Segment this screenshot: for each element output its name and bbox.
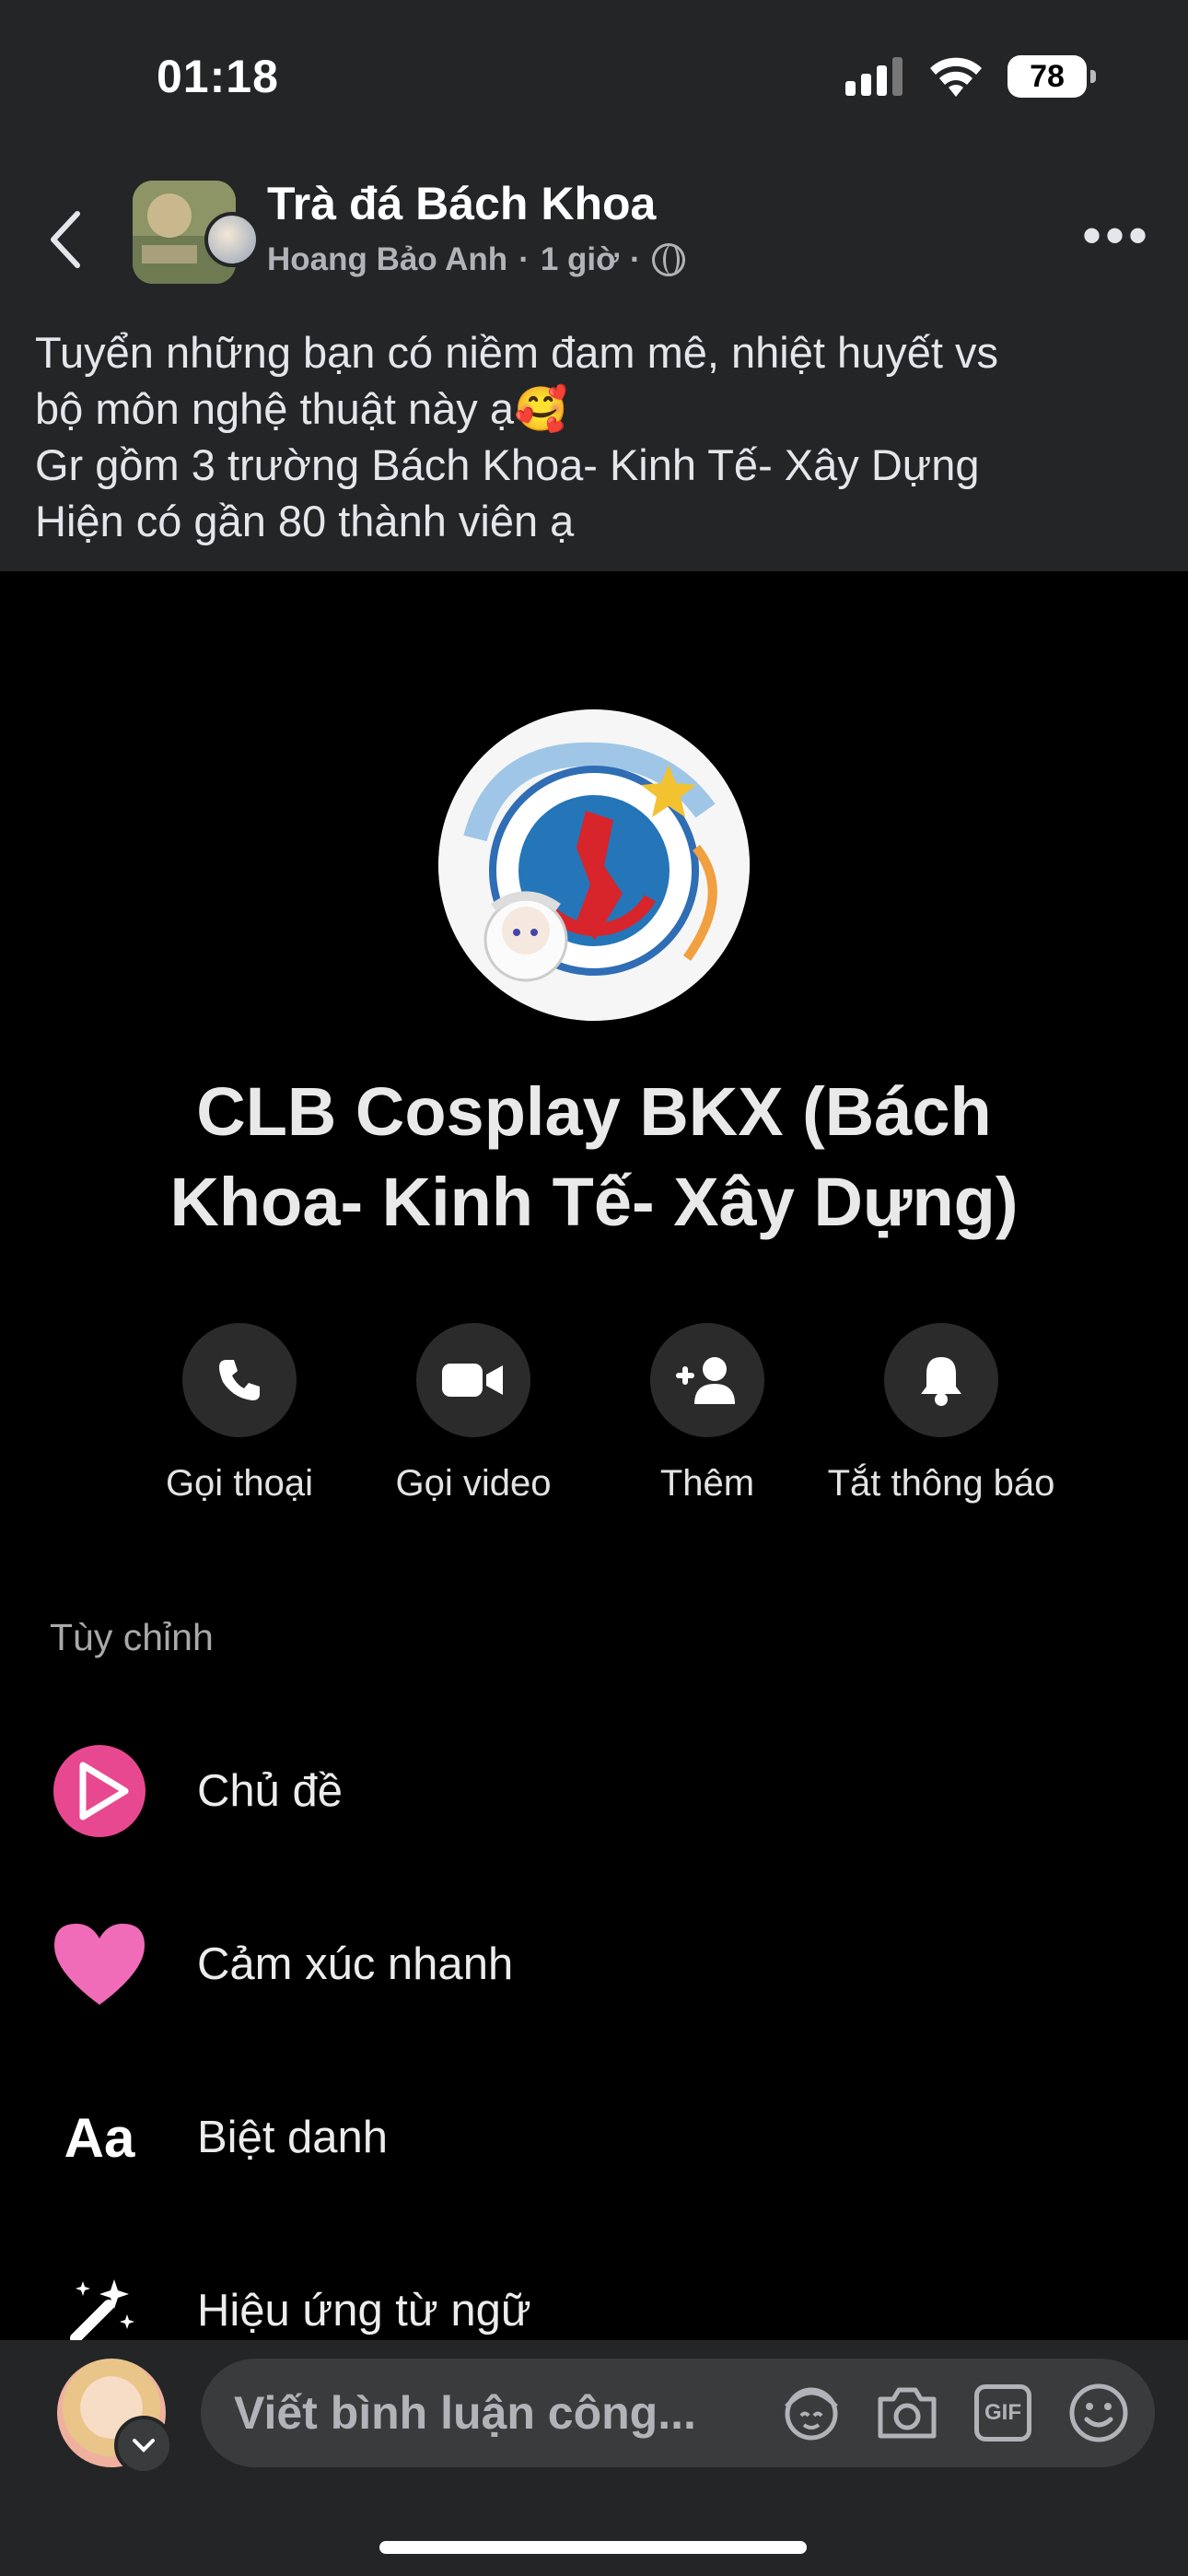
profile-switch-button[interactable]	[114, 2416, 173, 2475]
gif-button[interactable]: GIF	[969, 2379, 1037, 2447]
emoji-button[interactable]	[1065, 2379, 1133, 2447]
mute-notifications-button[interactable]: Tắt thông báo	[821, 1323, 1061, 1505]
text-aa-icon: Aa	[64, 2106, 135, 2169]
chevron-down-icon	[133, 2439, 155, 2453]
gif-icon: GIF	[974, 2384, 1031, 2441]
camera-button[interactable]	[873, 2379, 941, 2447]
add-person-icon	[676, 1357, 735, 1404]
row-label: Cảm xúc nhanh	[197, 1939, 514, 1989]
phone-icon	[219, 1360, 260, 1400]
video-camera-icon	[442, 1364, 503, 1397]
action-label: Gọi video	[395, 1463, 552, 1504]
row-nicknames[interactable]: Aa Biệt danh	[50, 2082, 1136, 2193]
row-quick-reaction[interactable]: Cảm xúc nhanh	[50, 1909, 1136, 2020]
heart-icon	[54, 1924, 145, 2005]
globe-icon	[651, 243, 685, 276]
home-indicator[interactable]	[379, 2541, 807, 2554]
ellipsis-icon: •••	[1081, 205, 1151, 266]
more-options-button[interactable]: •••	[1082, 208, 1151, 263]
post-line: Gr gồm 3 trường Bách Khoa- Kinh Tế- Xây …	[35, 440, 980, 489]
wifi-icon	[930, 57, 982, 97]
action-label: Gọi thoại	[165, 1463, 314, 1504]
add-people-button[interactable]: Thêm	[588, 1323, 827, 1505]
chat-title: CLB Cosplay BKX (Bách Khoa- Kinh Tế- Xây…	[92, 1067, 1096, 1247]
bell-icon	[921, 1357, 961, 1406]
magic-wand-icon	[70, 2279, 134, 2344]
post-meta: Hoang Bảo Anh · 1 giờ ·	[267, 241, 685, 278]
status-time: 01:18	[157, 51, 279, 102]
author-name[interactable]: Hoang Bảo Anh	[267, 241, 507, 278]
status-icons: 78	[845, 55, 1096, 98]
gif-label: GIF	[984, 2400, 1021, 2425]
chat-title-line: Khoa- Kinh Tế- Xây Dựng)	[169, 1164, 1019, 1240]
group-name-link[interactable]: Trà đá Bách Khoa	[267, 177, 656, 230]
meta-separator-2: ·	[630, 241, 641, 277]
voice-call-button[interactable]: Gọi thoại	[120, 1323, 359, 1505]
avatar-sticker-icon	[785, 2387, 838, 2441]
row-theme[interactable]: Chủ đề	[50, 1736, 1136, 1846]
post-body: Tuyển những bạn có niềm đam mê, nhiệt hu…	[35, 324, 1168, 549]
meta-separator: ·	[518, 241, 530, 277]
university-logo-image	[438, 709, 750, 1021]
post-line: Tuyển những bạn có niềm đam mê, nhiệt hu…	[35, 328, 999, 377]
battery-indicator: 78	[1007, 55, 1096, 98]
cellular-signal-icon	[845, 57, 903, 96]
back-button[interactable]	[42, 203, 87, 276]
post-line: Hiện có gần 80 thành viên ạ	[35, 497, 575, 545]
chat-group-avatar	[438, 709, 750, 1021]
smiley-icon	[1069, 2383, 1128, 2442]
theme-icon	[53, 1745, 146, 1837]
action-label: Thêm	[659, 1463, 755, 1504]
comment-placeholder: Viết bình luận công...	[234, 2387, 696, 2439]
post-line: bộ môn nghệ thuật này ạ🥰	[35, 384, 568, 433]
action-label: Tắt thông báo	[827, 1463, 1055, 1504]
chat-title-line: CLB Cosplay BKX (Bách	[196, 1073, 992, 1150]
camera-icon	[878, 2387, 937, 2439]
author-avatar[interactable]	[204, 212, 260, 267]
comment-input[interactable]: Viết bình luận công... GIF	[201, 2359, 1155, 2467]
video-call-button[interactable]: Gọi video	[354, 1323, 593, 1505]
post-time[interactable]: 1 giờ	[541, 241, 619, 278]
section-label-customize: Tùy chỉnh	[50, 1616, 214, 1658]
row-label: Chủ đề	[197, 1766, 344, 1816]
avatar-sticker-button[interactable]	[777, 2379, 845, 2447]
row-label: Biệt danh	[197, 2113, 389, 2162]
row-label: Hiệu ứng từ ngữ	[197, 2286, 531, 2336]
chevron-left-icon	[51, 211, 80, 268]
